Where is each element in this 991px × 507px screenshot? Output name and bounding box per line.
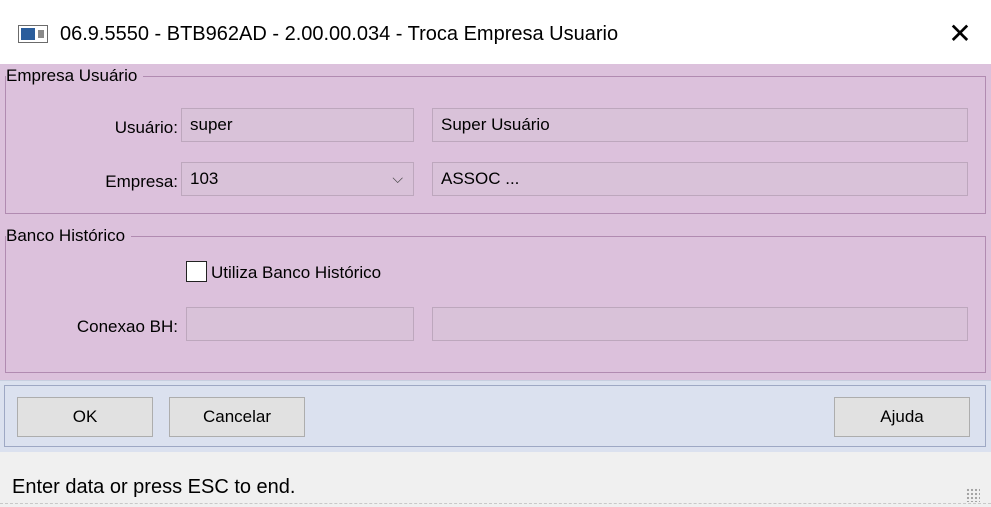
bottom-edge	[0, 503, 991, 504]
banco-historico-group: Banco Histórico	[5, 225, 986, 373]
resize-grip-icon[interactable]	[966, 488, 980, 502]
conexao-bh-label: Conexao BH:	[76, 317, 178, 336]
usuario-label: Usuário:	[114, 118, 178, 137]
title-bar[interactable]: 06.9.5550 - BTB962AD - 2.00.00.034 - Tro…	[0, 0, 991, 65]
empresa-name-value: ASSOC ...	[441, 169, 520, 188]
app-window-icon	[18, 25, 48, 43]
status-bar: Enter data or press ESC to end.	[0, 452, 991, 507]
help-button[interactable]: Ajuda	[834, 397, 970, 437]
utiliza-banco-historico-label[interactable]: Utiliza Banco Histórico	[211, 262, 381, 284]
usuario-code-value: super	[190, 115, 233, 134]
ok-button[interactable]: OK	[17, 397, 153, 437]
status-text: Enter data or press ESC to end.	[12, 476, 296, 498]
form-panel: Empresa Usuário Usuário: super Super Usu…	[0, 64, 991, 380]
usuario-name-value: Super Usuário	[441, 115, 550, 134]
usuario-name-field: Super Usuário	[432, 108, 968, 142]
banco-historico-legend: Banco Histórico	[6, 225, 132, 247]
empresa-label: Empresa:	[105, 172, 178, 191]
empresa-select[interactable]: 103 ⌵	[181, 162, 414, 196]
empresa-name-field: ASSOC ...	[432, 162, 968, 196]
empresa-code-value: 103	[190, 169, 219, 188]
utiliza-banco-historico-checkbox[interactable]	[186, 261, 207, 282]
usuario-code-field[interactable]: super	[181, 108, 414, 142]
chevron-down-icon[interactable]: ⌵	[392, 163, 403, 195]
conexao-bh-code-field[interactable]	[186, 307, 414, 341]
button-bar: OK Cancelar Ajuda	[0, 380, 991, 452]
window-title: 06.9.5550 - BTB962AD - 2.00.00.034 - Tro…	[60, 23, 619, 45]
cancel-button[interactable]: Cancelar	[169, 397, 305, 437]
empresa-usuario-legend: Empresa Usuário	[6, 65, 144, 87]
conexao-bh-desc-field	[432, 307, 968, 341]
close-icon[interactable]: ✕	[942, 17, 978, 51]
